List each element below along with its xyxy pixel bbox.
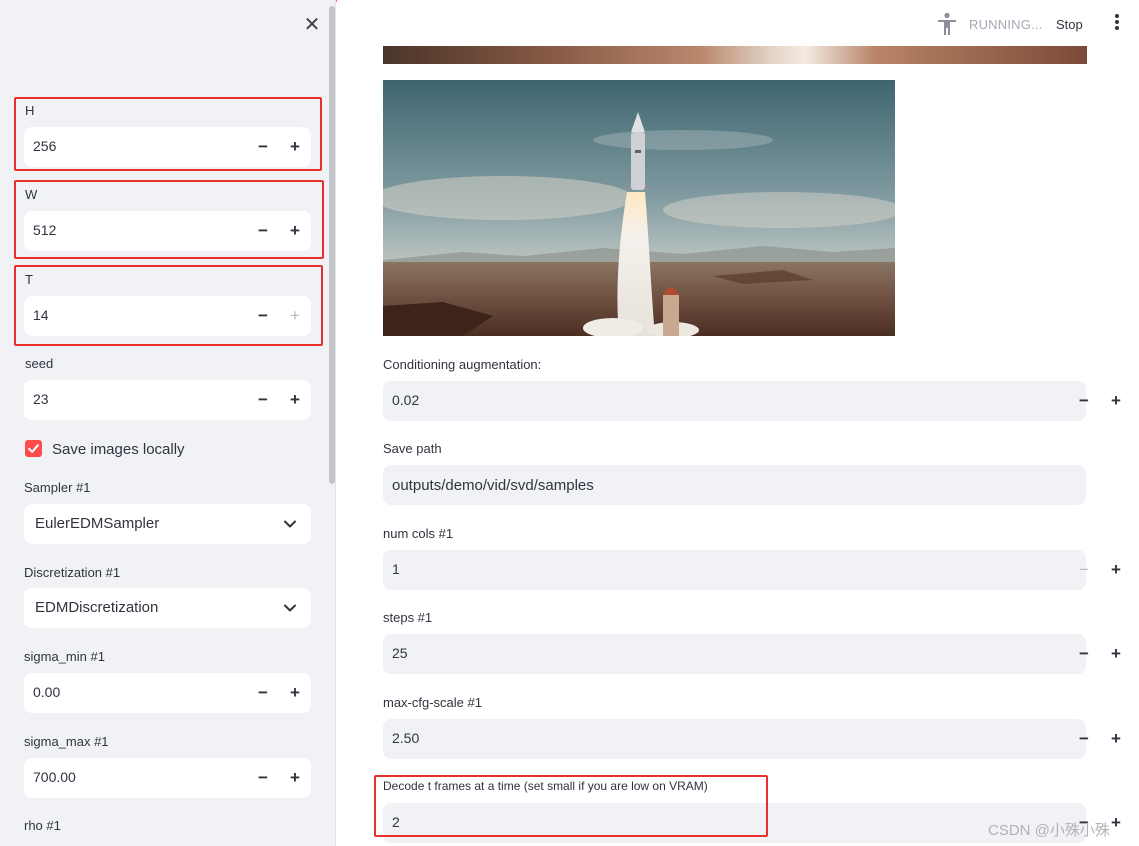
save-images-label[interactable]: Save images locally (52, 441, 185, 458)
steps-decrement-button[interactable]: − (1068, 634, 1100, 674)
num-cols-increment-button[interactable]: + (1100, 550, 1132, 590)
seed-increment-button[interactable]: + (279, 380, 311, 420)
conditioning-increment-button[interactable]: + (1100, 381, 1132, 421)
sigma-max-number-input[interactable]: 700.00 − + (24, 758, 311, 798)
watermark: CSDN @小殊小殊 (988, 822, 1110, 839)
sigma-min-decrement-button[interactable]: − (247, 673, 279, 713)
save-path-input[interactable]: outputs/demo/vid/svd/samples (383, 465, 1086, 505)
sigma-min-label: sigma_min #1 (24, 649, 105, 664)
sampler-select[interactable]: EulerEDMSampler (24, 504, 311, 544)
save-images-checkbox[interactable] (25, 440, 42, 457)
max-cfg-label: max-cfg-scale #1 (383, 695, 482, 710)
max-cfg-increment-button[interactable]: + (1100, 719, 1132, 759)
stop-button[interactable]: Stop (1056, 17, 1083, 32)
num-cols-label: num cols #1 (383, 526, 454, 541)
steps-label: steps #1 (383, 610, 433, 625)
seed-number-input[interactable]: 23 − + (24, 380, 311, 420)
sigma-max-increment-button[interactable]: + (279, 758, 311, 798)
rho-label: rho #1 (24, 818, 61, 833)
running-status: RUNNING... (969, 17, 1043, 32)
sigma-max-label: sigma_max #1 (24, 734, 109, 749)
seed-label: seed (25, 356, 54, 371)
main-content: RUNNING... Stop Conditioning augmentatio… (337, 0, 1139, 846)
discretization-value: EDMDiscretization (35, 599, 159, 616)
running-person-icon (938, 12, 956, 35)
close-icon[interactable]: ✕ (301, 14, 323, 36)
steps-increment-button[interactable]: + (1100, 634, 1132, 674)
conditioning-value[interactable]: 0.02 (392, 392, 419, 408)
sampler-value: EulerEDMSampler (35, 515, 160, 532)
highlight-box-h (14, 97, 322, 171)
sampler-label: Sampler #1 (24, 480, 91, 495)
num-cols-decrement-button[interactable]: − (1068, 550, 1100, 590)
num-cols-number-input[interactable]: 1 − + (383, 550, 1121, 590)
scrollbar-thumb[interactable] (329, 6, 335, 484)
conditioning-decrement-button[interactable]: − (1068, 381, 1100, 421)
rocket-launch-image (383, 80, 895, 336)
sigma-min-number-input[interactable]: 0.00 − + (24, 673, 311, 713)
sidebar: ✕ H 256 − + W 512 − + T 14 − + seed 23 −… (0, 0, 336, 846)
app-header: RUNNING... Stop (337, 0, 1139, 46)
previous-image-strip (383, 46, 1087, 64)
conditioning-label: Conditioning augmentation: (383, 357, 542, 372)
sigma-max-value[interactable]: 700.00 (33, 769, 76, 785)
num-cols-value[interactable]: 1 (392, 561, 400, 577)
steps-number-input[interactable]: 25 − + (383, 634, 1121, 674)
max-cfg-number-input[interactable]: 2.50 − + (383, 719, 1121, 759)
seed-decrement-button[interactable]: − (247, 380, 279, 420)
highlight-box-t (14, 265, 323, 346)
kebab-menu-icon[interactable] (1112, 14, 1122, 34)
streamlit-app: ✕ H 256 − + W 512 − + T 14 − + seed 23 −… (0, 0, 1139, 846)
highlight-box-w (14, 180, 324, 259)
max-cfg-value[interactable]: 2.50 (392, 730, 419, 746)
save-path-label: Save path (383, 441, 442, 456)
seed-value[interactable]: 23 (33, 391, 49, 407)
sigma-max-decrement-button[interactable]: − (247, 758, 279, 798)
sigma-min-increment-button[interactable]: + (279, 673, 311, 713)
highlight-box-decode (374, 775, 768, 837)
discretization-select[interactable]: EDMDiscretization (24, 588, 311, 628)
chevron-down-icon (284, 604, 296, 612)
save-path-value[interactable]: outputs/demo/vid/svd/samples (392, 477, 594, 494)
discretization-label: Discretization #1 (24, 565, 121, 580)
conditioning-number-input[interactable]: 0.02 − + (383, 381, 1121, 421)
steps-value[interactable]: 25 (392, 645, 408, 661)
max-cfg-decrement-button[interactable]: − (1068, 719, 1100, 759)
sigma-min-value[interactable]: 0.00 (33, 684, 60, 700)
chevron-down-icon (284, 520, 296, 528)
sidebar-scrollbar[interactable] (328, 4, 335, 846)
